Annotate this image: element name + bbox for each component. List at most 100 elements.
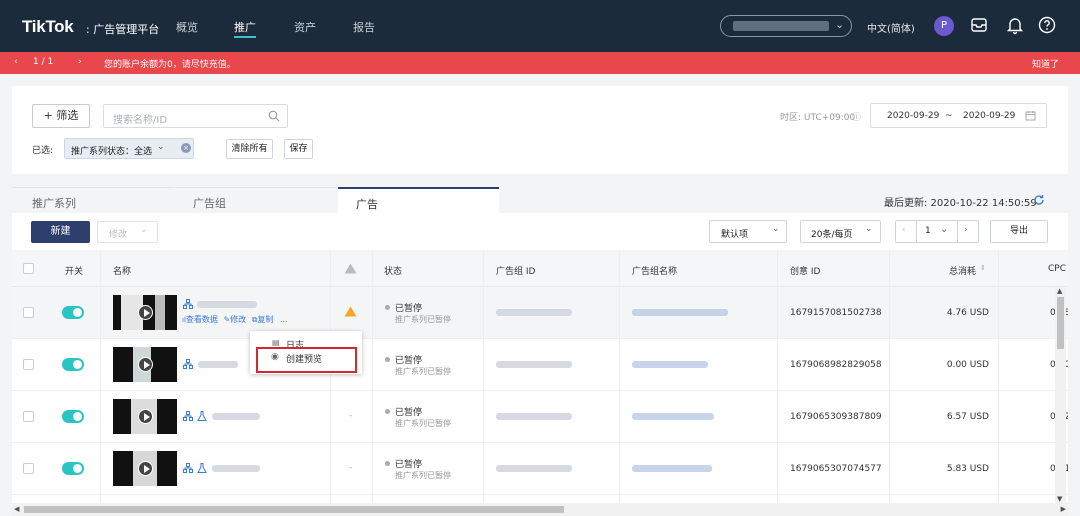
nav-reports[interactable]: 报告: [353, 19, 375, 35]
adgroup-id-blurred: [496, 413, 572, 420]
search-input[interactable]: 搜索名称/ID: [103, 104, 288, 128]
row-toggle-switch[interactable]: [62, 306, 84, 319]
status-dot: [385, 409, 390, 414]
vertical-scroll-thumb[interactable]: [1057, 297, 1064, 349]
highlight-box: [256, 347, 357, 373]
row-checkbox[interactable]: [23, 359, 34, 370]
page-number[interactable]: 1: [916, 220, 958, 243]
row-toggle-switch[interactable]: [62, 462, 84, 475]
adgroup-name-blurred[interactable]: [632, 465, 712, 472]
help-icon[interactable]: [1037, 15, 1057, 35]
prev-alert-icon[interactable]: ‹: [14, 57, 18, 67]
ad-name-blurred: [197, 301, 257, 308]
scroll-up-icon[interactable]: ▲: [1057, 287, 1062, 295]
table-row[interactable]: - 已暂停 推广系列已暂停 1679065307074577 5.83 USD …: [12, 443, 1068, 495]
sort-icon[interactable]: ⇕: [980, 264, 986, 272]
ad-thumbnail[interactable]: [113, 399, 177, 434]
filter-chip-campaign-status[interactable]: 推广系列状态：全选 ⌄ ×: [64, 138, 194, 159]
tab-ad-groups[interactable]: 广告组: [175, 187, 337, 213]
nav-promotion[interactable]: 推广: [234, 19, 256, 35]
next-page-icon[interactable]: ›: [964, 225, 968, 235]
page-size-select[interactable]: 20条/每页 ⌄: [800, 220, 881, 243]
col-creative-id[interactable]: 创意 ID: [790, 264, 820, 277]
copy-link[interactable]: 复制: [257, 315, 273, 324]
nav-overview[interactable]: 概览: [176, 19, 198, 35]
account-name-blurred: [733, 21, 829, 31]
scroll-left-icon[interactable]: ◀: [14, 505, 19, 513]
col-name[interactable]: 名称: [113, 264, 131, 277]
ad-thumbnail[interactable]: [113, 347, 177, 382]
new-ad-button[interactable]: 新建: [31, 221, 90, 243]
col-adgroup-name[interactable]: 广告组名称: [632, 264, 677, 277]
hierarchy-icon: [183, 411, 193, 421]
row-checkbox[interactable]: [23, 411, 34, 422]
tab-campaigns[interactable]: 推广系列: [12, 187, 174, 213]
remove-chip-icon[interactable]: ×: [181, 143, 191, 153]
total-spend: 6.57 USD: [946, 412, 989, 422]
column-divider: [998, 250, 999, 503]
next-alert-icon[interactable]: ›: [78, 57, 82, 67]
col-adgroup-id[interactable]: 广告组 ID: [496, 264, 535, 277]
nav-assets[interactable]: 资产: [294, 19, 316, 35]
horizontal-scrollbar[interactable]: ◀ ▶: [12, 503, 1068, 516]
adgroup-name-blurred[interactable]: [632, 309, 728, 316]
more-actions-button[interactable]: ...: [280, 315, 288, 324]
creative-id: 1679068982829058: [790, 360, 882, 370]
scroll-down-icon[interactable]: ▼: [1057, 495, 1062, 503]
play-icon: [138, 305, 153, 320]
status-dot: [385, 461, 390, 466]
account-selector[interactable]: ⌄: [720, 15, 852, 37]
table-row[interactable]: - 已暂停 推广系列已暂停 1679065309387809 6.57 USD …: [12, 391, 1068, 443]
select-all-checkbox[interactable]: [23, 263, 34, 274]
export-button[interactable]: 导出: [990, 220, 1048, 243]
ad-thumbnail[interactable]: [113, 451, 177, 486]
prev-page-icon[interactable]: ‹: [902, 225, 906, 235]
column-divider: [619, 250, 620, 503]
ad-name-blurred: [212, 465, 260, 472]
ad-thumbnail[interactable]: [113, 295, 177, 330]
alert-pager: 1 / 1: [33, 57, 54, 67]
status-text: 已暂停: [395, 408, 423, 418]
edit-link[interactable]: 修改: [230, 315, 246, 324]
search-icon[interactable]: [268, 110, 280, 122]
avatar[interactable]: P: [934, 16, 954, 36]
adgroup-name-blurred[interactable]: [632, 413, 714, 420]
bell-icon[interactable]: [1005, 15, 1025, 35]
warning-empty: -: [349, 411, 353, 421]
table-row[interactable]: ıl查看数据 ✎修改 ⧉复制 ... 已暂停 推广系列已暂停 167915708…: [12, 287, 1068, 339]
status-dot: [385, 357, 390, 362]
creative-id: 1679065309387809: [790, 412, 882, 422]
scroll-right-icon[interactable]: ▶: [1061, 505, 1066, 513]
date-range-picker[interactable]: 2020-09-29 ~ 2020-09-29: [870, 103, 1047, 128]
col-status[interactable]: 状态: [384, 264, 402, 277]
inbox-icon[interactable]: [969, 15, 989, 35]
save-filter-button[interactable]: 保存: [284, 139, 313, 159]
table-row[interactable]: 已暂停 推广系列已暂停 1679068982829058 0.00 USD 0.…: [12, 339, 1068, 391]
row-toggle-switch[interactable]: [62, 410, 84, 423]
col-total-spend[interactable]: 总消耗: [949, 264, 976, 277]
horizontal-scroll-thumb[interactable]: [24, 506, 564, 513]
filter-chip-label: 推广系列状态：全选: [71, 147, 153, 157]
warning-icon[interactable]: [344, 306, 357, 317]
column-view-select[interactable]: 默认项 ⌄: [709, 220, 787, 243]
filter-button[interactable]: + 筛选: [32, 104, 90, 128]
column-divider: [100, 250, 101, 503]
tab-label: 广告: [356, 198, 378, 211]
tiktok-logo[interactable]: TikTok: [22, 17, 74, 37]
row-toggle-switch[interactable]: [62, 358, 84, 371]
tab-ads[interactable]: 广告: [338, 187, 499, 214]
clear-all-button[interactable]: 清除所有: [226, 139, 273, 159]
vertical-scrollbar[interactable]: ▲ ▼: [1055, 287, 1066, 503]
view-data-link[interactable]: 查看数据: [186, 315, 218, 324]
col-cpc[interactable]: CPC: [1048, 264, 1066, 274]
selected-filters-label: 已选:: [32, 146, 54, 156]
row-checkbox[interactable]: [23, 307, 34, 318]
language-selector[interactable]: 中文(简体): [867, 20, 915, 35]
adgroup-name-blurred[interactable]: [632, 361, 708, 368]
row-checkbox[interactable]: [23, 463, 34, 474]
edit-dropdown[interactable]: 修改 ⌄: [97, 221, 158, 243]
date-end: 2020-09-29: [963, 111, 1016, 121]
total-spend: 0.00 USD: [946, 360, 989, 370]
alert-dismiss-link[interactable]: 知道了: [1032, 57, 1059, 70]
refresh-icon[interactable]: [1033, 194, 1045, 206]
